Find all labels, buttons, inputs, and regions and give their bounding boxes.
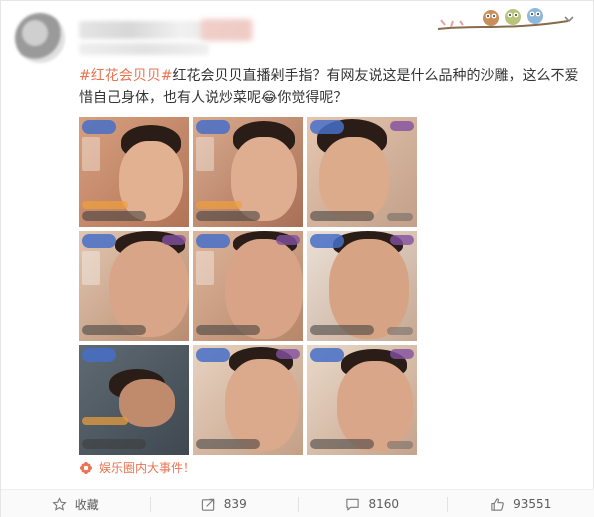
grid-image[interactable] xyxy=(79,117,189,227)
post-meta-blurred xyxy=(79,43,209,55)
post-tail: 你觉得呢？ xyxy=(277,90,348,106)
hashtag-link[interactable]: #红花会贝贝# xyxy=(79,68,172,84)
source-label: 娱乐圈内大事件！ xyxy=(99,461,196,475)
flower-icon xyxy=(80,461,92,474)
source-link[interactable]: 娱乐圈内大事件！ xyxy=(79,459,195,476)
repost-count: 839 xyxy=(223,497,247,511)
comment-button[interactable]: 8160 xyxy=(298,490,447,517)
grid-image[interactable] xyxy=(193,231,303,341)
like-button[interactable]: 93551 xyxy=(446,490,594,517)
weibo-post-card: #红花会贝贝#红花会贝贝直播剁手指？有网友说这是什么品种的沙雕，这么不爱惜自己身… xyxy=(0,0,594,517)
laugh-emoji: 😂 xyxy=(261,90,278,106)
grid-image[interactable] xyxy=(79,345,189,455)
favorite-button[interactable]: 收藏 xyxy=(1,490,150,517)
grid-image[interactable] xyxy=(79,231,189,341)
grid-image[interactable] xyxy=(307,345,417,455)
comment-icon xyxy=(346,498,360,510)
owl-decoration-icon xyxy=(437,8,569,30)
grid-image[interactable] xyxy=(193,345,303,455)
action-bar: 收藏 839 8160 93551 xyxy=(1,489,594,517)
grid-image[interactable] xyxy=(193,117,303,227)
user-badge-blurred xyxy=(201,19,253,41)
repost-button[interactable]: 839 xyxy=(149,490,299,517)
grid-image[interactable] xyxy=(307,231,417,341)
favorite-label: 收藏 xyxy=(74,497,99,512)
repost-icon xyxy=(201,498,215,511)
comment-count: 8160 xyxy=(368,497,400,511)
star-icon xyxy=(52,496,67,511)
post-text: #红花会贝贝#红花会贝贝直播剁手指？有网友说这是什么品种的沙雕，这么不爱惜自己身… xyxy=(79,65,579,109)
like-count: 93551 xyxy=(513,497,552,511)
avatar[interactable] xyxy=(15,13,65,63)
chevron-down-icon[interactable] xyxy=(563,13,575,25)
grid-image[interactable] xyxy=(307,117,417,227)
like-icon xyxy=(491,497,504,511)
